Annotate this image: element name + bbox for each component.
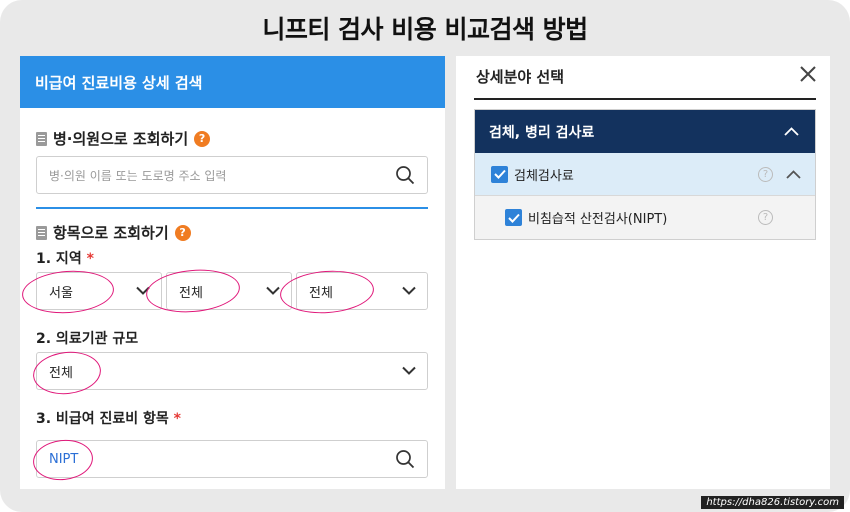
- help-icon[interactable]: ?: [194, 130, 211, 147]
- category-label: 검체, 병리 검사료: [489, 124, 595, 141]
- size-label-text: 2. 의료기관 규모: [36, 331, 139, 347]
- region-select-neighborhood-value: 전체: [309, 285, 333, 301]
- check-icon: [493, 169, 506, 179]
- chevron-down-icon: [266, 286, 280, 295]
- search-icon[interactable]: [395, 449, 415, 469]
- item-search-value: NIPT: [49, 451, 79, 467]
- hospital-section-title: 병·의원으로 조회하기 ?: [36, 128, 211, 149]
- section-divider: [36, 207, 428, 209]
- help-icon[interactable]: ?: [758, 210, 773, 225]
- chevron-up-icon[interactable]: [786, 170, 801, 179]
- search-icon[interactable]: [395, 165, 415, 185]
- main-title: 니프티 검사 비용 비교검색 방법: [262, 15, 588, 44]
- region-select-district[interactable]: 전체: [166, 272, 292, 310]
- close-icon[interactable]: [798, 64, 818, 84]
- checkbox-checked[interactable]: [491, 165, 508, 183]
- hospital-search-placeholder: 병·의원 이름 또는 도로명 주소 입력: [49, 168, 227, 183]
- size-label: 2. 의료기관 규모: [36, 328, 138, 348]
- checkbox-checked[interactable]: [505, 209, 522, 226]
- item-search-input[interactable]: NIPT: [36, 440, 428, 478]
- search-panel: 비급여 진료비용 상세 검색 병·의원으로 조회하기 ? 병·의원 이름 또는 …: [20, 56, 445, 489]
- help-icon[interactable]: ?: [758, 167, 773, 182]
- title-rule: [474, 98, 816, 100]
- region-label: 1. 지역 *: [36, 248, 94, 268]
- region-select-city-value: 서울: [49, 285, 73, 301]
- help-icon[interactable]: ?: [174, 224, 191, 241]
- chevron-down-icon: [136, 286, 150, 295]
- item-section-label: 항목으로 조회하기: [53, 224, 169, 242]
- subcategory-row[interactable]: 검체검사료 ?: [475, 153, 815, 196]
- size-select-value: 전체: [49, 365, 73, 381]
- hospital-section-label: 병·의원으로 조회하기: [53, 130, 189, 148]
- search-panel-header: 비급여 진료비용 상세 검색: [20, 56, 445, 108]
- item-label: 비침습적 산전검사(NIPT): [528, 212, 668, 227]
- category-row[interactable]: 검체, 병리 검사료: [475, 110, 815, 153]
- chevron-up-icon[interactable]: [784, 127, 799, 136]
- chevron-down-icon: [402, 286, 416, 295]
- category-panel-title: 상세분야 선택: [476, 68, 565, 86]
- watermark: https://dha826.tistory.com: [701, 496, 844, 509]
- check-icon: [507, 213, 520, 223]
- required-mark: *: [86, 251, 94, 267]
- required-mark: *: [173, 411, 181, 427]
- chevron-down-icon: [402, 366, 416, 375]
- hospital-search-input[interactable]: 병·의원 이름 또는 도로명 주소 입력: [36, 156, 428, 194]
- category-panel: 상세분야 선택 검체, 병리 검사료 검체검사료 ? 비침습적 산전검사(NIP…: [456, 56, 830, 489]
- region-select-city[interactable]: 서울: [36, 272, 162, 310]
- item-row[interactable]: 비침습적 산전검사(NIPT) ?: [475, 196, 815, 239]
- region-select-district-value: 전체: [179, 285, 203, 301]
- region-select-neighborhood[interactable]: 전체: [296, 272, 428, 310]
- region-label-text: 1. 지역: [36, 251, 82, 267]
- item-label: 3. 비급여 진료비 항목 *: [36, 408, 181, 428]
- item-section-title: 항목으로 조회하기 ?: [36, 222, 191, 243]
- search-panel-title: 비급여 진료비용 상세 검색: [35, 73, 203, 92]
- category-tree: 검체, 병리 검사료 검체검사료 ? 비침습적 산전검사(NIPT) ?: [474, 109, 816, 240]
- subcategory-label: 검체검사료: [514, 168, 574, 184]
- document-icon: [36, 131, 47, 146]
- size-select[interactable]: 전체: [36, 352, 428, 390]
- document-icon: [36, 225, 47, 240]
- item-label-text: 3. 비급여 진료비 항목: [36, 411, 169, 427]
